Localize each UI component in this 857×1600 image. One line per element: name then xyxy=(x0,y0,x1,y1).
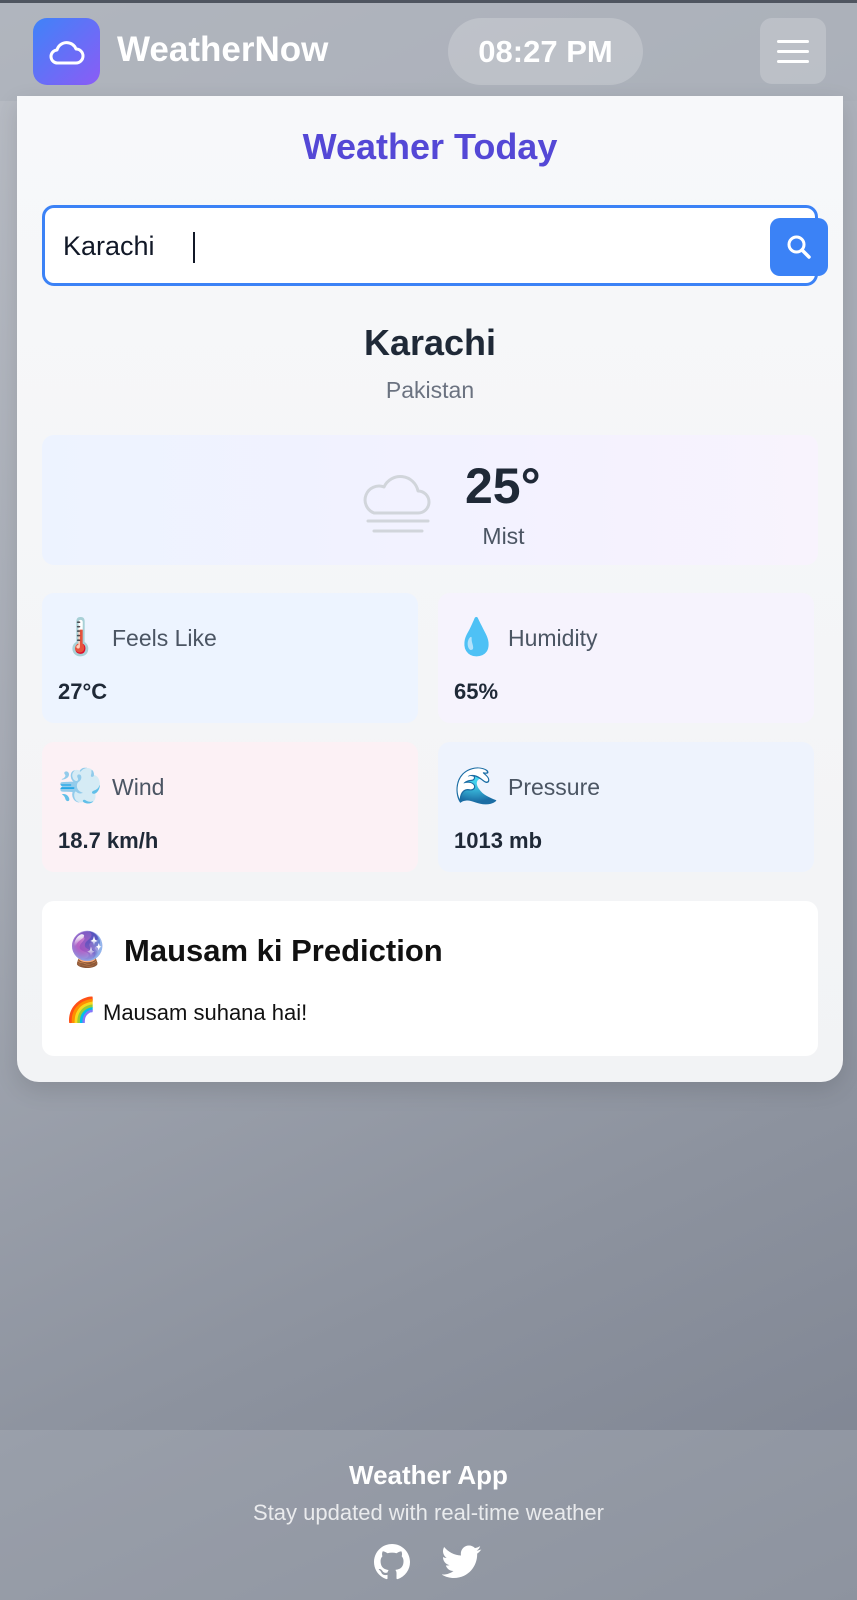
stat-humidity: 💧 Humidity 65% xyxy=(438,593,814,723)
prediction-text: Mausam suhana hai! xyxy=(103,1000,308,1025)
footer-title: Weather App xyxy=(349,1460,508,1490)
wind-icon: 💨 xyxy=(58,765,103,806)
current-time: 08:27 PM xyxy=(448,18,643,85)
stat-label: Wind xyxy=(112,774,165,800)
prediction-card: 🔮 Mausam ki Prediction 🌈 Mausam suhana h… xyxy=(42,901,818,1056)
app-title: WeatherNow xyxy=(117,30,329,69)
city-search-input[interactable] xyxy=(63,226,723,266)
stat-pressure: 🌊 Pressure 1013 mb xyxy=(438,742,814,872)
current-weather-panel: 25° Mist xyxy=(42,435,818,565)
country-name: Pakistan xyxy=(385,377,475,403)
menu-button[interactable] xyxy=(760,18,826,84)
temperature-value: 25° xyxy=(465,458,541,514)
github-icon[interactable] xyxy=(374,1544,410,1580)
search-button[interactable] xyxy=(770,218,828,276)
mist-icon xyxy=(363,475,431,533)
search-icon xyxy=(787,235,811,259)
stat-value: 1013 mb xyxy=(454,828,543,853)
crystal-ball-icon: 🔮 xyxy=(66,931,109,969)
stat-label: Humidity xyxy=(508,625,598,651)
city-name: Karachi xyxy=(363,322,497,363)
thermometer-icon: 🌡️ xyxy=(58,616,103,657)
weather-card: Weather Today Karachi Pakistan 25° Mist … xyxy=(17,96,843,1082)
twitter-icon[interactable] xyxy=(442,1544,482,1580)
hamburger-menu-icon xyxy=(777,39,809,43)
droplet-icon: 💧 xyxy=(454,616,499,657)
hamburger-menu-icon-line xyxy=(777,59,809,63)
app-footer: Weather App Stay updated with real-time … xyxy=(0,1430,857,1600)
stat-label: Pressure xyxy=(508,774,601,800)
app-logo[interactable] xyxy=(33,18,100,85)
weather-condition: Mist xyxy=(482,523,525,549)
stat-value: 27°C xyxy=(58,679,108,704)
stat-label: Feels Like xyxy=(112,625,217,651)
wave-icon: 🌊 xyxy=(454,765,499,806)
search-bar xyxy=(42,205,828,286)
stat-value: 65% xyxy=(454,679,499,704)
hamburger-menu-icon-line xyxy=(777,49,809,53)
rainbow-icon: 🌈 xyxy=(66,997,96,1024)
footer-subtitle: Stay updated with real-time weather xyxy=(253,1500,604,1525)
stat-value: 18.7 km/h xyxy=(58,828,159,853)
stat-wind: 💨 Wind 18.7 km/h xyxy=(42,742,418,872)
card-title: Weather Today xyxy=(302,126,558,167)
stat-feels-like: 🌡️ Feels Like 27°C xyxy=(42,593,418,723)
text-caret xyxy=(193,232,195,263)
app-header: WeatherNow 08:27 PM xyxy=(0,3,857,101)
prediction-title: Mausam ki Prediction xyxy=(124,933,443,968)
cloud-icon xyxy=(49,40,84,64)
